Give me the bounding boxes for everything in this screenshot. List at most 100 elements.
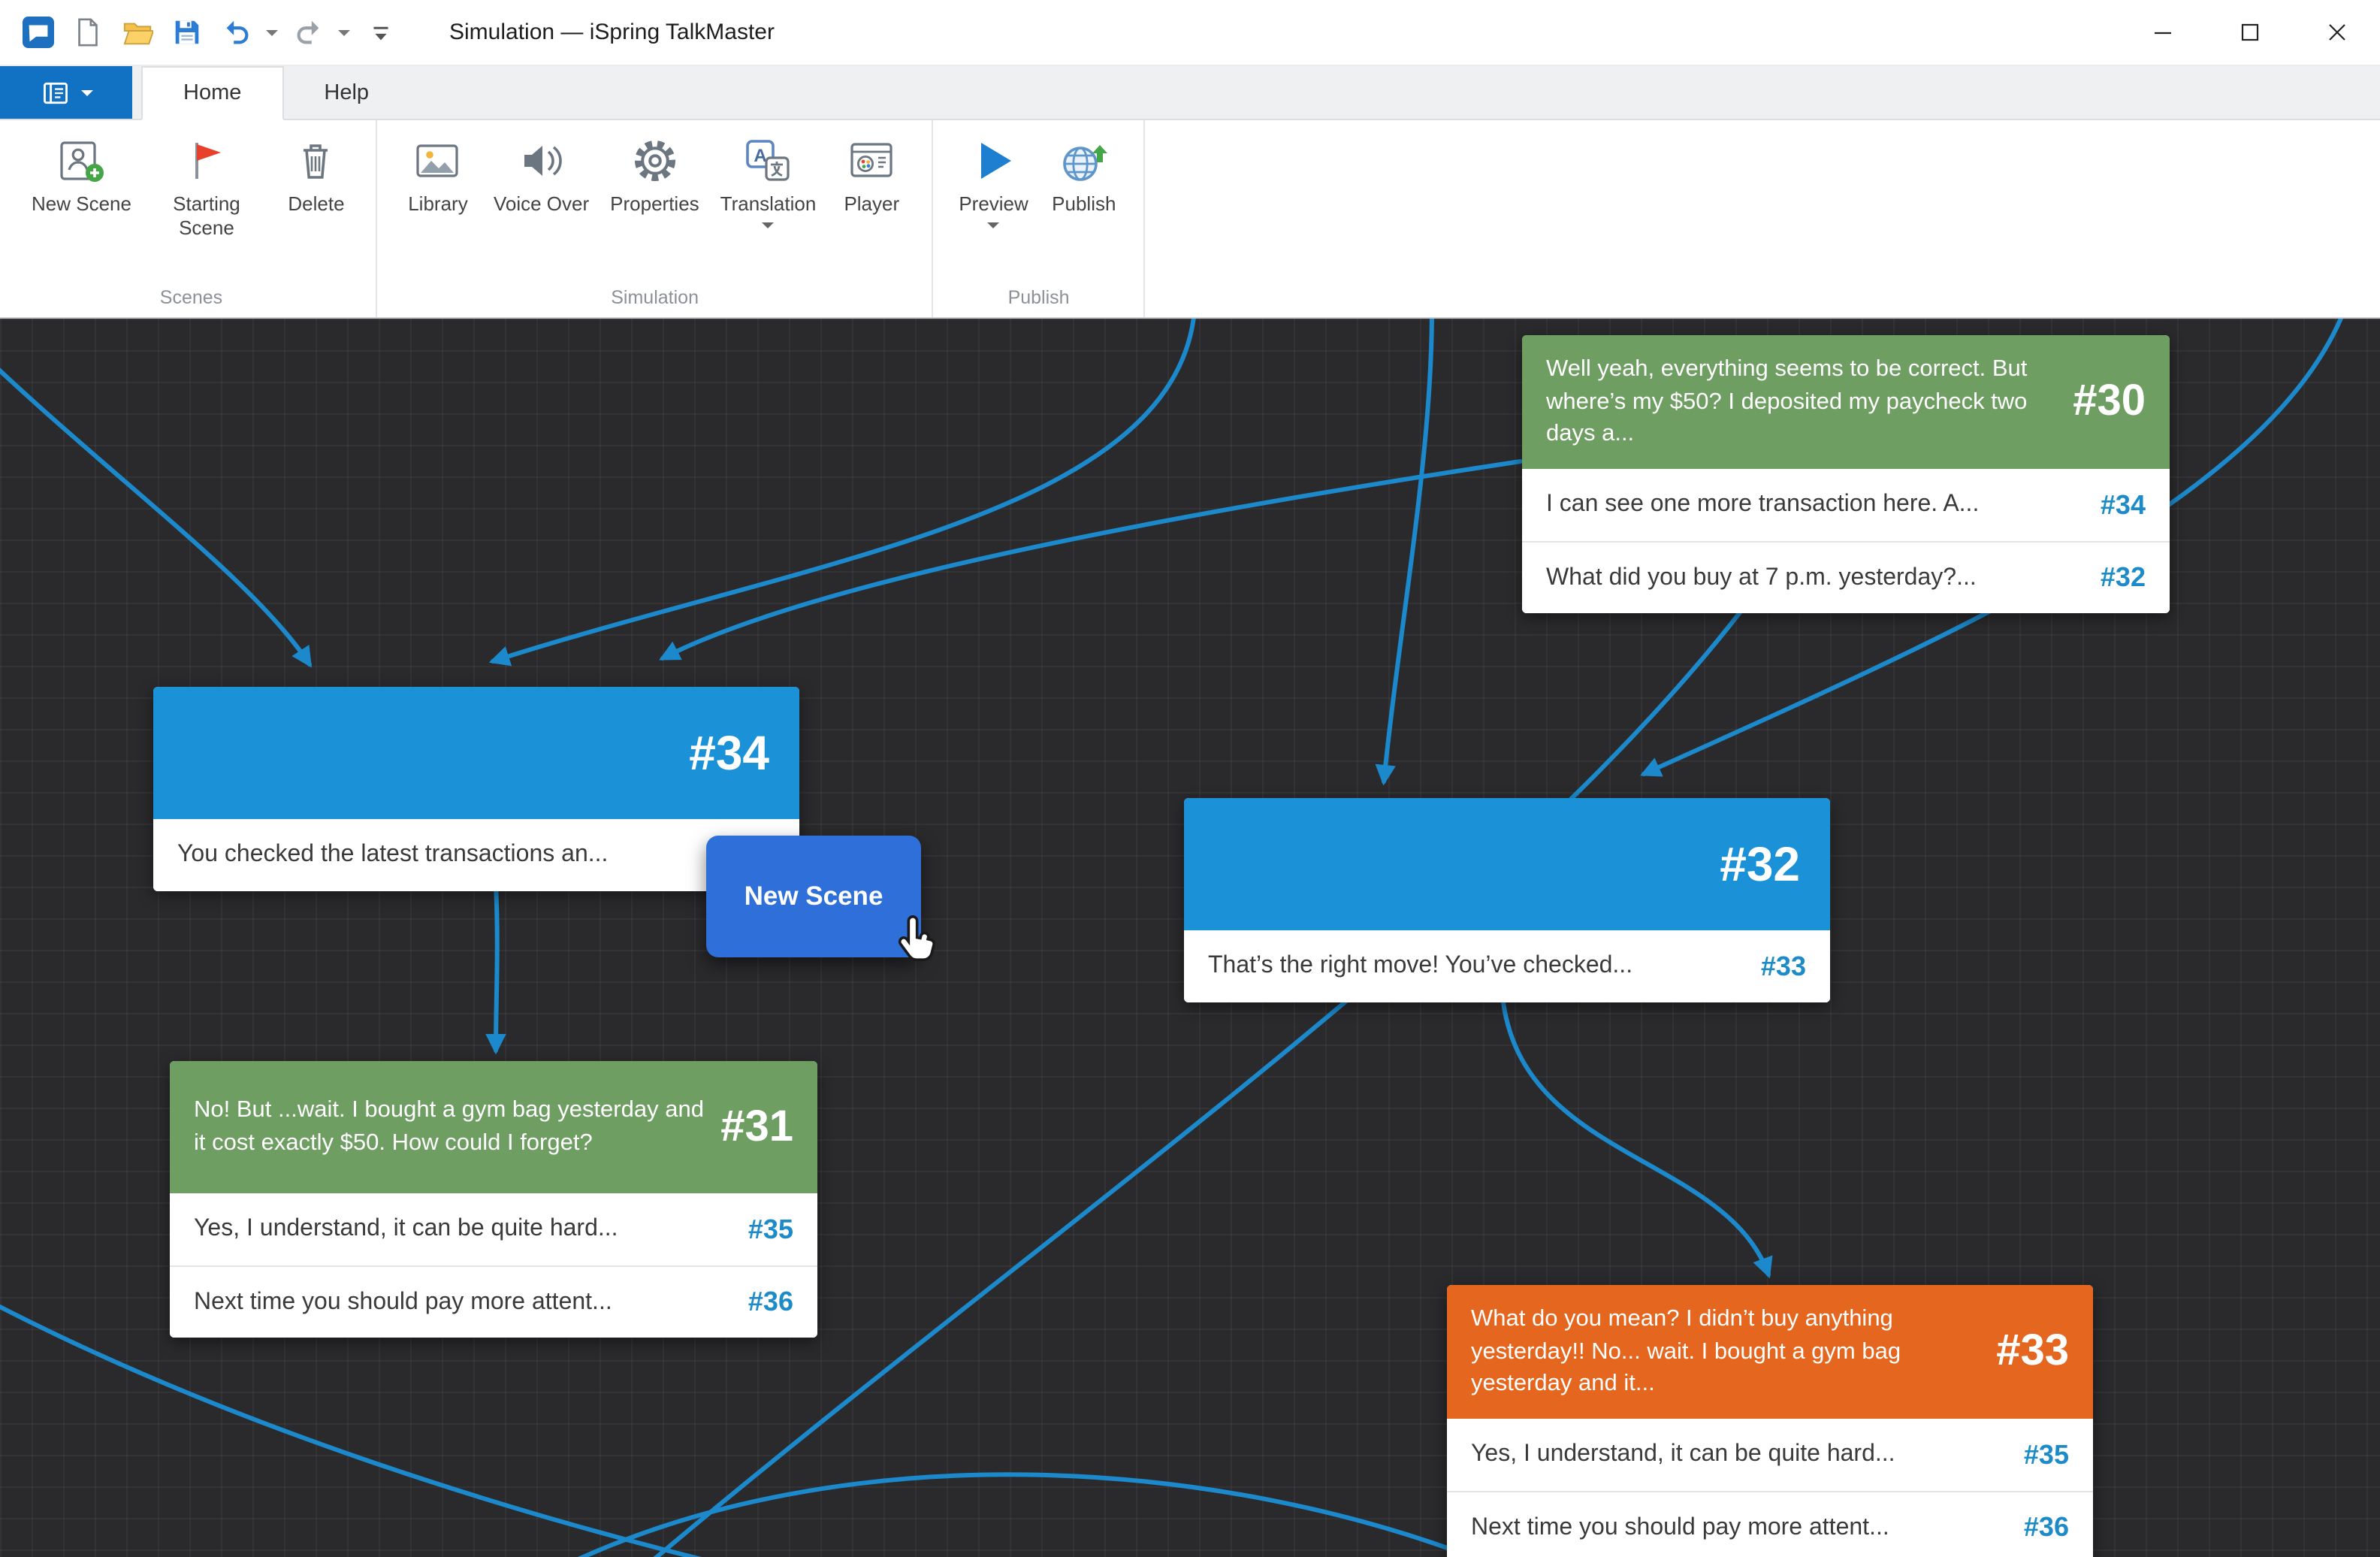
scene-number: #32 bbox=[1720, 836, 1800, 892]
speaker-icon bbox=[518, 137, 566, 185]
titlebar: Simulation — iSpring TalkMaster bbox=[0, 0, 2380, 66]
delete-button[interactable]: Delete bbox=[271, 132, 361, 220]
publish-globe-icon bbox=[1060, 137, 1108, 185]
answer-text: Yes, I understand, it can be quite hard.… bbox=[194, 1216, 730, 1243]
ribbon-button-label: Starting Scene bbox=[153, 192, 261, 239]
gear-icon bbox=[630, 137, 678, 185]
new-scene-floating-label: New Scene bbox=[745, 881, 883, 912]
answer-text: You checked the latest transactions an..… bbox=[177, 842, 757, 869]
tab-label: Home bbox=[183, 81, 241, 105]
answer-target-number: #34 bbox=[2101, 489, 2146, 521]
group-label-scenes: Scenes bbox=[21, 283, 361, 311]
new-scene-floating-button[interactable]: New Scene bbox=[706, 836, 921, 957]
player-button[interactable]: Player bbox=[826, 132, 917, 220]
answer-target-number: #36 bbox=[2024, 1512, 2069, 1543]
translation-icon: A bbox=[744, 137, 792, 185]
scene-card-30[interactable]: Well yeah, everything seems to be correc… bbox=[1522, 335, 2170, 613]
answer-target-number: #35 bbox=[748, 1214, 793, 1245]
scene-number: #30 bbox=[2073, 377, 2146, 427]
answer-target-number: #32 bbox=[2101, 562, 2146, 594]
answer-row[interactable]: You checked the latest transactions an..… bbox=[153, 819, 799, 891]
new-document-icon[interactable] bbox=[68, 13, 107, 52]
save-icon[interactable] bbox=[167, 13, 206, 52]
chevron-down-icon bbox=[988, 222, 1000, 228]
scene-card-34[interactable]: #34 You checked the latest transactions … bbox=[153, 687, 799, 891]
ribbon-button-label: Library bbox=[408, 192, 468, 216]
ribbon-button-label: Voice Over bbox=[494, 192, 589, 216]
translation-button[interactable]: A Translation bbox=[710, 132, 827, 232]
window-controls bbox=[2119, 0, 2380, 65]
scene-card-header[interactable]: What do you mean? I didn’t buy anything … bbox=[1447, 1285, 2093, 1419]
app-menu-button[interactable] bbox=[0, 66, 132, 119]
answer-row[interactable]: What did you buy at 7 p.m. yesterday?...… bbox=[1522, 541, 2170, 613]
new-scene-ribbon-button[interactable]: New Scene bbox=[21, 132, 142, 220]
group-label-simulation: Simulation bbox=[393, 283, 917, 311]
scene-card-header[interactable]: #32 bbox=[1184, 798, 1830, 930]
panel-list-icon bbox=[40, 77, 70, 107]
scene-card-header[interactable]: No! But ...wait. I bought a gym bag yest… bbox=[170, 1061, 817, 1193]
play-icon bbox=[970, 137, 1018, 185]
undo-dropdown-icon[interactable] bbox=[266, 29, 278, 35]
customize-quick-access-icon[interactable] bbox=[361, 13, 400, 52]
answer-row[interactable]: I can see one more transaction here. A..… bbox=[1522, 469, 2170, 541]
tab-home[interactable]: Home bbox=[141, 66, 283, 120]
library-picture-icon bbox=[414, 137, 462, 185]
answer-row[interactable]: Next time you should pay more attent... … bbox=[1447, 1491, 2093, 1557]
scene-card-31[interactable]: No! But ...wait. I bought a gym bag yest… bbox=[170, 1061, 817, 1338]
chevron-down-icon bbox=[80, 89, 92, 95]
ribbon-button-label: Preview bbox=[959, 192, 1028, 216]
redo-dropdown-icon[interactable] bbox=[338, 29, 350, 35]
app-window: Simulation — iSpring TalkMaster Home Hel… bbox=[0, 0, 2380, 1557]
answer-target-number: #33 bbox=[1761, 951, 1806, 982]
answer-text: I can see one more transaction here. A..… bbox=[1546, 491, 2082, 518]
window-title: Simulation — iSpring TalkMaster bbox=[449, 20, 775, 45]
scene-number: #33 bbox=[1996, 1327, 2069, 1377]
player-window-icon bbox=[847, 137, 896, 185]
preview-button[interactable]: Preview bbox=[948, 132, 1039, 232]
answer-target-number: #36 bbox=[748, 1286, 793, 1318]
ribbon-button-label: Delete bbox=[288, 192, 344, 216]
ribbon-tabstrip: Home Help bbox=[0, 66, 2380, 120]
answer-row[interactable]: Yes, I understand, it can be quite hard.… bbox=[170, 1193, 817, 1265]
ribbon-group-simulation: Library Voice Over Properties A bbox=[378, 120, 933, 317]
scene-number: #31 bbox=[720, 1102, 793, 1152]
scene-number: #34 bbox=[689, 725, 769, 781]
ribbon-button-label: Properties bbox=[610, 192, 699, 216]
scene-question-text: No! But ...wait. I bought a gym bag yest… bbox=[194, 1095, 720, 1160]
voice-over-button[interactable]: Voice Over bbox=[483, 132, 600, 220]
publish-button[interactable]: Publish bbox=[1039, 132, 1129, 220]
scene-question-text: Well yeah, everything seems to be correc… bbox=[1546, 353, 2073, 451]
scene-card-header[interactable]: Well yeah, everything seems to be correc… bbox=[1522, 335, 2170, 469]
answer-row[interactable]: Next time you should pay more attent... … bbox=[170, 1265, 817, 1338]
scene-card-header[interactable]: #34 bbox=[153, 687, 799, 819]
starting-scene-button[interactable]: Starting Scene bbox=[142, 132, 271, 243]
answer-target-number: #35 bbox=[2024, 1439, 2069, 1471]
ribbon-button-label: Publish bbox=[1052, 192, 1116, 216]
library-button[interactable]: Library bbox=[393, 132, 483, 220]
app-logo-icon bbox=[18, 13, 57, 52]
scene-flow-canvas[interactable]: Well yeah, everything seems to be correc… bbox=[0, 319, 2380, 1557]
redo-icon[interactable] bbox=[288, 13, 328, 52]
open-icon[interactable] bbox=[117, 13, 156, 52]
scene-card-33[interactable]: What do you mean? I didn’t buy anything … bbox=[1447, 1285, 2093, 1557]
new-scene-icon bbox=[57, 137, 105, 185]
properties-button[interactable]: Properties bbox=[600, 132, 710, 220]
ribbon-group-publish: Preview Publish Publish bbox=[933, 120, 1146, 317]
tab-help[interactable]: Help bbox=[283, 66, 409, 119]
starting-scene-flag-icon bbox=[183, 137, 231, 185]
answer-text: What did you buy at 7 p.m. yesterday?... bbox=[1546, 564, 2082, 591]
minimize-icon[interactable] bbox=[2119, 0, 2206, 65]
answer-text: Yes, I understand, it can be quite hard.… bbox=[1471, 1441, 2006, 1468]
chevron-down-icon bbox=[762, 222, 774, 228]
mouse-cursor-icon bbox=[896, 914, 944, 968]
undo-icon[interactable] bbox=[216, 13, 255, 52]
trash-icon bbox=[292, 137, 340, 185]
close-icon[interactable] bbox=[2293, 0, 2380, 65]
scene-question-text: What do you mean? I didn’t buy anything … bbox=[1471, 1303, 1996, 1401]
answer-row[interactable]: That’s the right move! You’ve checked...… bbox=[1184, 930, 1830, 1002]
answer-row[interactable]: Yes, I understand, it can be quite hard.… bbox=[1447, 1419, 2093, 1491]
answer-text: That’s the right move! You’ve checked... bbox=[1208, 953, 1743, 980]
answer-text: Next time you should pay more attent... bbox=[194, 1289, 730, 1316]
maximize-icon[interactable] bbox=[2206, 0, 2293, 65]
scene-card-32[interactable]: #32 That’s the right move! You’ve checke… bbox=[1184, 798, 1830, 1002]
